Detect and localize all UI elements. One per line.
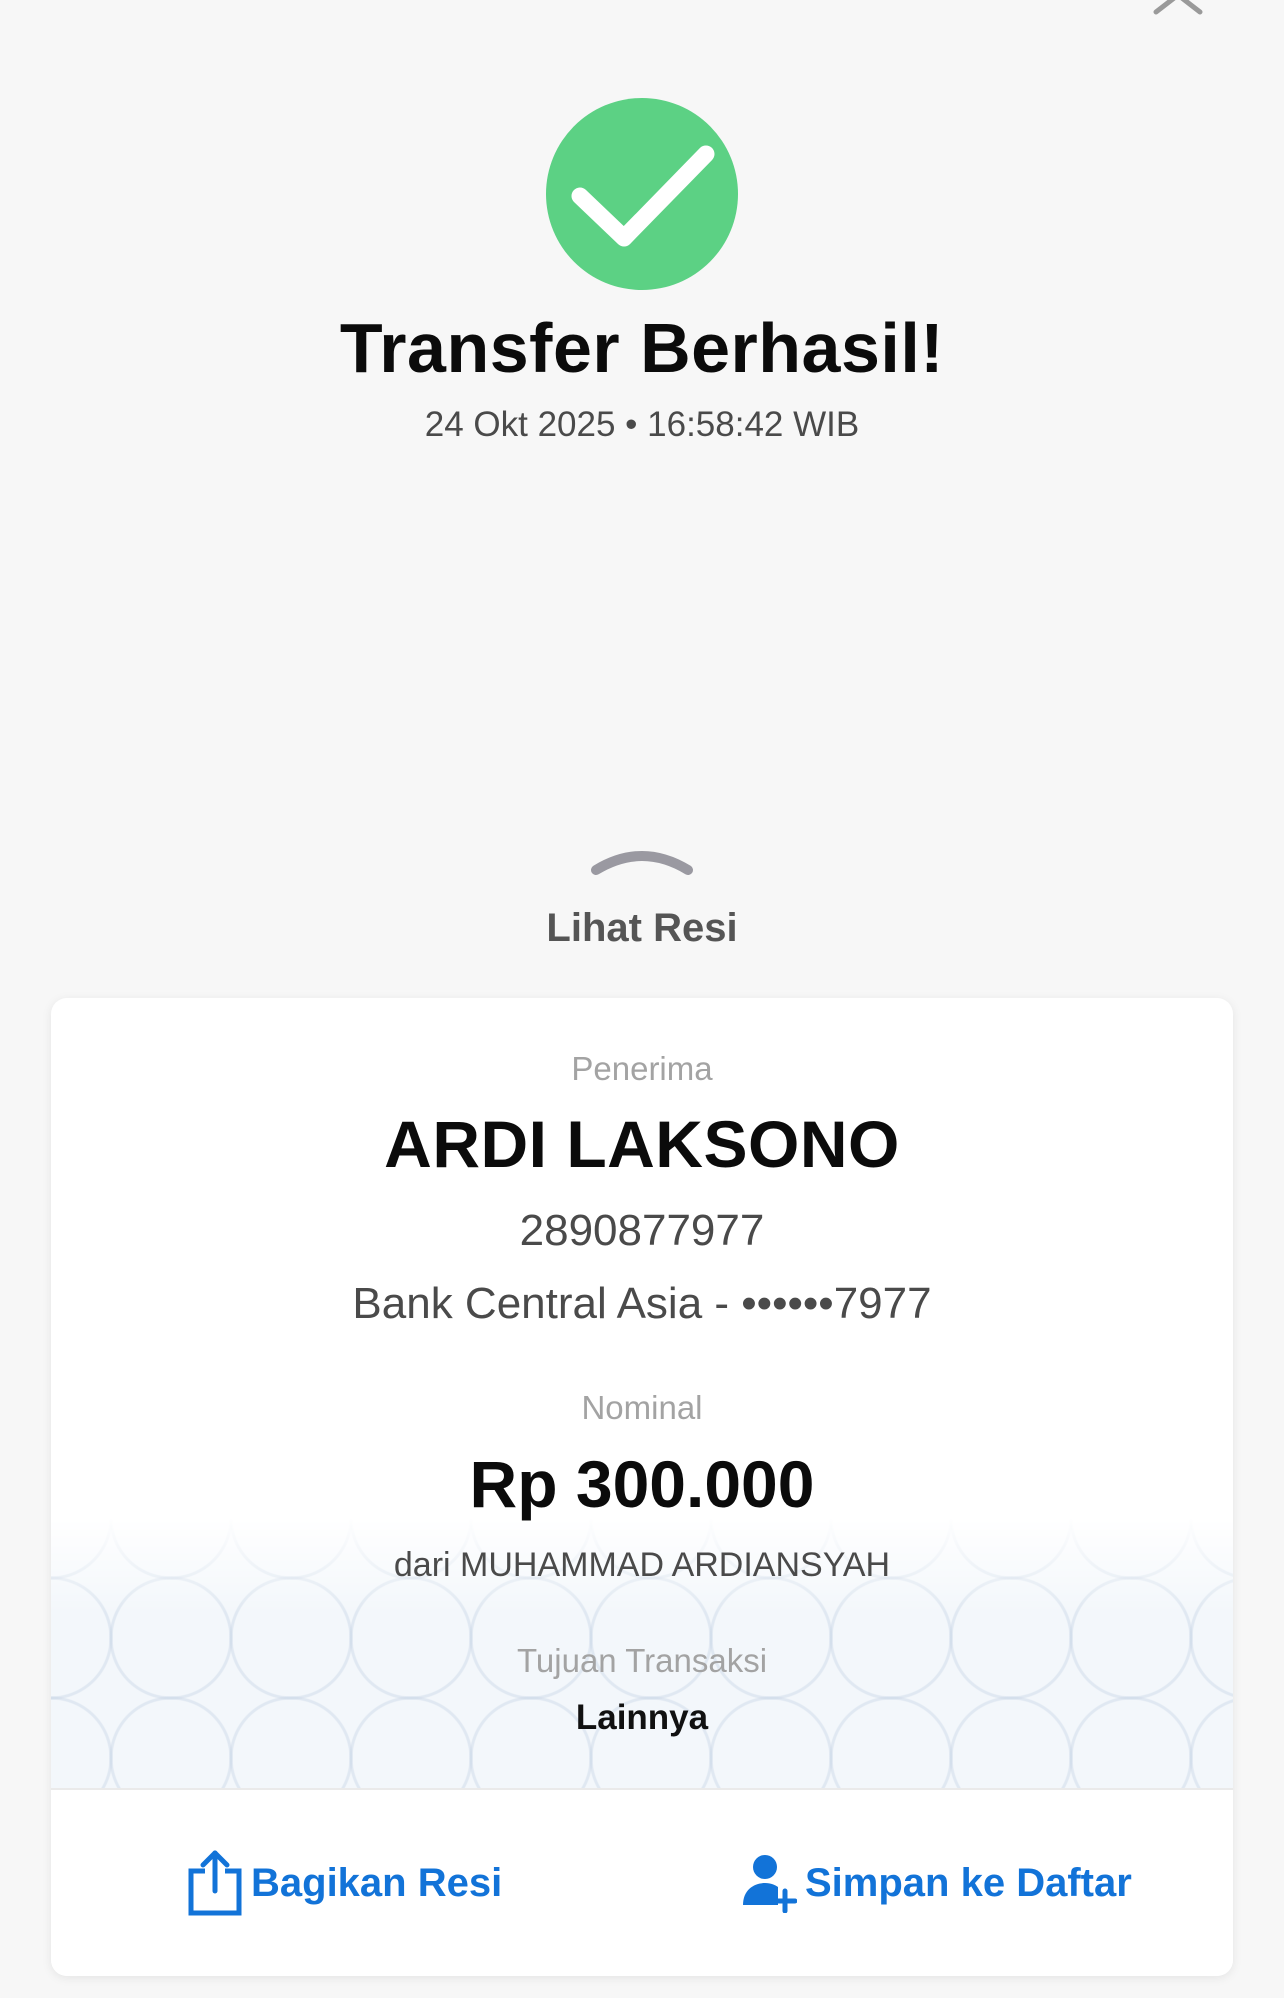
share-icon bbox=[188, 1850, 242, 1916]
page-title: Transfer Berhasil! bbox=[339, 309, 945, 387]
transaction-timestamp: 24 Okt 2025 • 16:58:42 WIB bbox=[424, 405, 860, 444]
view-receipt-label: Lihat Resi bbox=[546, 906, 738, 950]
save-to-list-button[interactable]: Simpan ke Daftar bbox=[741, 1848, 1132, 1918]
transfer-amount: Rp 300.000 bbox=[469, 1447, 815, 1521]
bank-account-line: Bank Central Asia - ••••••7977 bbox=[352, 1279, 932, 1328]
receipt-actions: Bagikan Resi Simpan ke Daftar bbox=[51, 1788, 1233, 1976]
share-receipt-button[interactable]: Bagikan Resi bbox=[187, 1848, 502, 1918]
receipt-card: Penerima ARDI LAKSONO 2890877977 Bank Ce… bbox=[51, 998, 1233, 1976]
check-circle-icon bbox=[546, 98, 738, 290]
view-receipt-toggle[interactable]: Lihat Resi bbox=[442, 840, 842, 960]
transfer-success-screen: Transfer Berhasil! 24 Okt 2025 • 16:58:4… bbox=[0, 0, 1284, 1998]
save-to-list-label: Simpan ke Daftar bbox=[805, 1860, 1132, 1905]
purpose-value: Lainnya bbox=[575, 1698, 709, 1737]
sender-line: dari MUHAMMAD ARDIANSYAH bbox=[393, 1546, 891, 1584]
recipient-label: Penerima bbox=[571, 1050, 713, 1087]
close-icon bbox=[1153, 0, 1203, 15]
add-user-icon bbox=[743, 1855, 797, 1913]
purpose-label: Tujuan Transaksi bbox=[516, 1642, 768, 1679]
amount-label: Nominal bbox=[581, 1389, 703, 1426]
share-receipt-label: Bagikan Resi bbox=[251, 1860, 503, 1905]
recipient-name: ARDI LAKSONO bbox=[384, 1107, 900, 1181]
close-button[interactable] bbox=[1148, 0, 1208, 18]
chevron-up-icon bbox=[591, 851, 693, 875]
account-number: 2890877977 bbox=[519, 1206, 765, 1255]
